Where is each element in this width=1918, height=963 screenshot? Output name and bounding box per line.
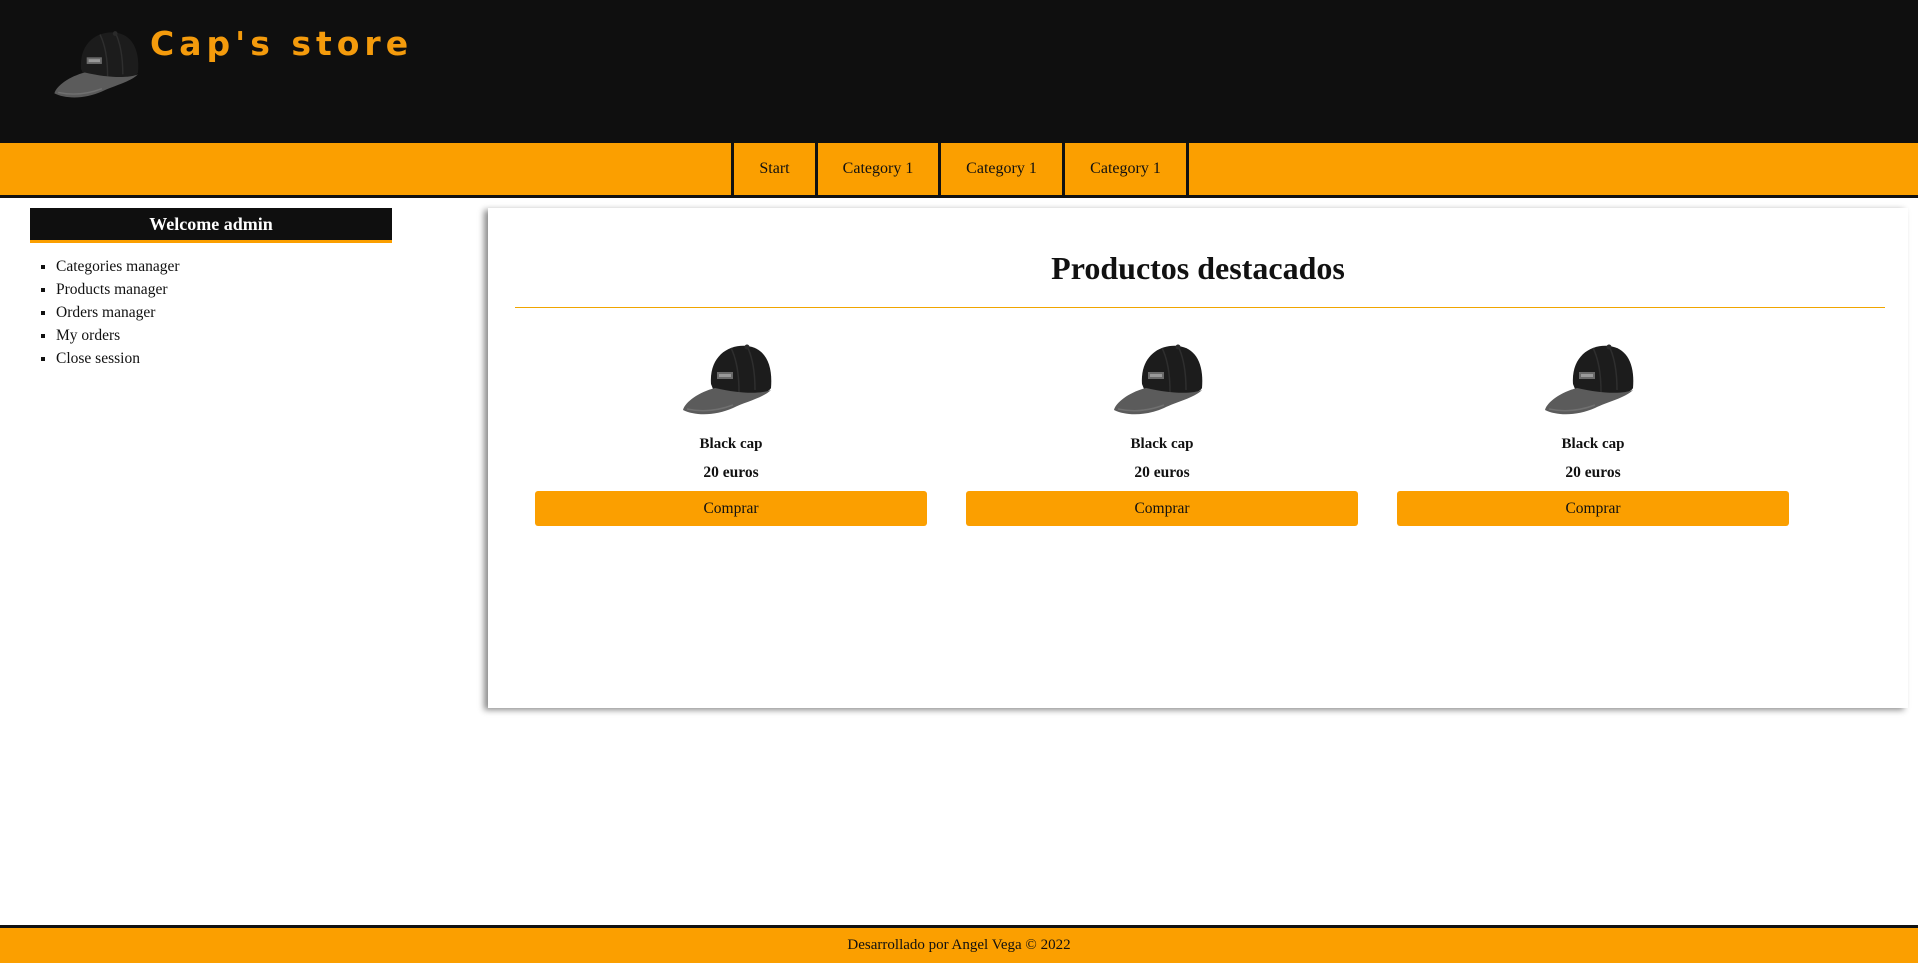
welcome-banner: Welcome admin [30,208,392,243]
product-image-cap-icon[interactable] [681,338,781,418]
sidebar-item-close-session[interactable]: Close session [56,347,392,370]
product-name: Black cap [1561,436,1625,452]
sidebar: Welcome admin Categories manager Product… [30,208,392,370]
product-image-cap-icon[interactable] [1543,338,1643,418]
nav-item-start[interactable]: Start [734,143,818,195]
product-name: Black cap [1130,436,1194,452]
title-divider [515,307,1885,308]
main-nav: Start Category 1 Category 1 Category 1 [0,143,1918,198]
product-card: Black cap 20 euros Comprar [535,338,927,526]
buy-button[interactable]: Comprar [966,491,1358,526]
nav-item-category-3[interactable]: Category 1 [1065,143,1189,195]
site-header: Cap's store [0,0,1918,143]
product-price: 20 euros [703,464,759,481]
sidebar-item-my-orders[interactable]: My orders [56,324,392,347]
footer-text: Desarrollado por Angel Vega © 2022 [847,937,1071,953]
nav-menu: Start Category 1 Category 1 Category 1 [731,143,1189,195]
cap-logo-icon[interactable] [52,25,148,101]
buy-button[interactable]: Comprar [535,491,927,526]
main-content: Productos destacados Black cap 20 euros … [488,208,1908,708]
sidebar-item-orders-manager[interactable]: Orders manager [56,301,392,324]
nav-item-category-2[interactable]: Category 1 [941,143,1065,195]
product-card: Black cap 20 euros Comprar [966,338,1358,526]
sidebar-item-categories-manager[interactable]: Categories manager [56,255,392,278]
sidebar-item-products-manager[interactable]: Products manager [56,278,392,301]
nav-item-category-1[interactable]: Category 1 [818,143,941,195]
product-card: Black cap 20 euros Comprar [1397,338,1789,526]
site-title[interactable]: Cap's store [150,24,413,63]
product-price: 20 euros [1565,464,1621,481]
admin-menu: Categories manager Products manager Orde… [30,255,392,370]
product-price: 20 euros [1134,464,1190,481]
product-image-cap-icon[interactable] [1112,338,1212,418]
page-title: Productos destacados [1051,250,1345,286]
product-name: Black cap [699,436,763,452]
site-footer: Desarrollado por Angel Vega © 2022 [0,925,1918,963]
buy-button[interactable]: Comprar [1397,491,1789,526]
